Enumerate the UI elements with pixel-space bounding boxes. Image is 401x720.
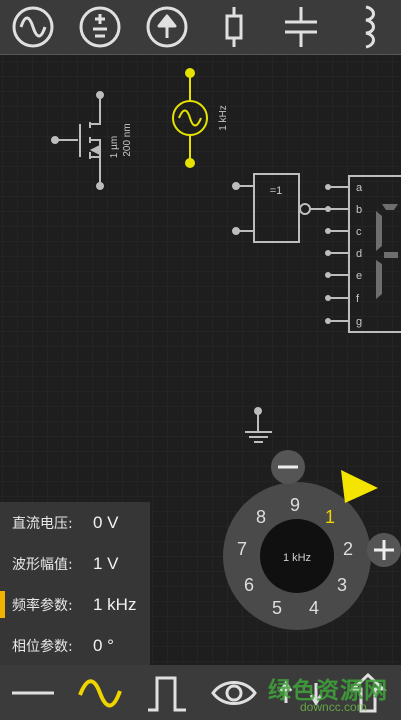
mosfet-length-label: 200 nm bbox=[122, 123, 133, 156]
dial-digit-4[interactable]: 4 bbox=[309, 598, 319, 618]
source-parameters-panel: 直流电压: 0 V 波形幅值: 1 V 频率参数: 1 kHz 相位参数: 0 … bbox=[0, 502, 150, 665]
ac-source-frequency-label: 1 kHz bbox=[218, 105, 229, 131]
current-source-icon bbox=[146, 6, 188, 48]
capacitor-icon bbox=[284, 7, 317, 47]
param-phase[interactable]: 相位参数: 0 ° bbox=[0, 625, 150, 666]
display-pin-e: e bbox=[356, 270, 362, 282]
watermark-url: downcc.com bbox=[300, 700, 367, 714]
active-marker bbox=[0, 591, 5, 618]
param-value: 0 ° bbox=[93, 635, 114, 655]
pulse-tool[interactable] bbox=[137, 665, 197, 720]
display-pin-a: a bbox=[356, 182, 363, 194]
resistor-icon bbox=[225, 7, 243, 47]
dial-digit-6[interactable]: 6 bbox=[244, 575, 254, 595]
inductor-tool[interactable] bbox=[341, 0, 395, 54]
watermark: 绿色资源网 downcc.com bbox=[262, 668, 401, 718]
dial-digit-9[interactable]: 9 bbox=[290, 495, 300, 515]
dial-digit-7[interactable]: 7 bbox=[237, 539, 247, 559]
wire-tool[interactable] bbox=[3, 665, 63, 720]
pulse-icon bbox=[148, 676, 187, 711]
wire-icon bbox=[12, 691, 55, 694]
visibility-tool[interactable] bbox=[204, 665, 264, 720]
ac-source-tool[interactable] bbox=[6, 0, 60, 54]
param-dc-voltage[interactable]: 直流电压: 0 V bbox=[0, 502, 150, 543]
inductor-icon bbox=[365, 5, 375, 49]
param-value: 1 V bbox=[93, 553, 119, 573]
resistor-tool[interactable] bbox=[207, 0, 261, 54]
xor-gate-label: =1 bbox=[270, 185, 283, 197]
capacitor-tool[interactable] bbox=[274, 0, 328, 54]
dial-digit-3[interactable]: 3 bbox=[337, 575, 347, 595]
param-value: 0 V bbox=[93, 512, 119, 532]
display-pin-d: d bbox=[356, 248, 362, 260]
current-source-tool[interactable] bbox=[140, 0, 194, 54]
display-pin-b: b bbox=[356, 204, 362, 216]
dial-digit-2[interactable]: 2 bbox=[343, 539, 353, 559]
dc-source-tool[interactable] bbox=[73, 0, 127, 54]
param-amplitude[interactable]: 波形幅值: 1 V bbox=[0, 543, 150, 584]
param-label: 直流电压: bbox=[12, 515, 73, 532]
dial-center-value: 1 kHz bbox=[283, 552, 311, 564]
param-label: 相位参数: bbox=[12, 638, 73, 655]
display-pin-g: g bbox=[356, 316, 362, 328]
dial-digit-8[interactable]: 8 bbox=[256, 507, 266, 527]
sine-wave-icon bbox=[78, 678, 123, 707]
dial-digit-5[interactable]: 5 bbox=[272, 598, 282, 618]
param-frequency[interactable]: 频率参数: 1 kHz bbox=[0, 584, 150, 625]
dial-plus-button[interactable] bbox=[367, 533, 401, 567]
dial-minus-button[interactable] bbox=[271, 450, 305, 484]
eye-icon bbox=[211, 680, 257, 705]
dial-digit-1[interactable]: 1 bbox=[325, 507, 335, 527]
display-pin-c: c bbox=[356, 226, 362, 238]
sine-wave-tool[interactable] bbox=[70, 665, 130, 720]
mosfet-width-label: 1 µm bbox=[109, 136, 120, 158]
param-label: 频率参数: bbox=[12, 597, 73, 614]
component-toolbar bbox=[0, 0, 401, 55]
param-value: 1 kHz bbox=[93, 594, 137, 614]
ac-source-icon bbox=[12, 6, 54, 48]
param-label: 波形幅值: bbox=[12, 556, 73, 573]
dc-source-icon bbox=[79, 6, 121, 48]
